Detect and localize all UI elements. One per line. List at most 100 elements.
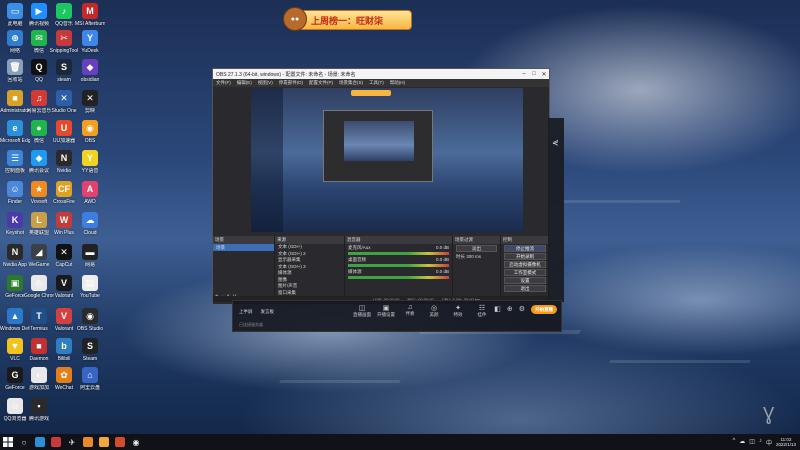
minimize-icon[interactable]: – [519,71,529,77]
maximize-icon[interactable]: □ [529,71,539,77]
panel-left-button[interactable]: 上半屏 [239,309,253,315]
control-button[interactable]: 工作室模式 [504,269,546,276]
mixer-channel-db: 0.0 dB [435,245,449,250]
tray-icon[interactable]: ◫ [749,438,755,447]
app-icon: ● [31,120,47,136]
panel-tool[interactable]: ✦ 特效 [449,304,467,318]
app-icon: ■ [31,338,47,354]
panel-tool[interactable]: ♫ 伴奏 [401,304,419,318]
app-icon: Q [31,59,47,75]
mixer-channel: 媒体源 0.0 dB [345,268,452,279]
transition-select[interactable]: 淡出 [456,245,497,252]
taskbar-app-red2[interactable] [112,434,128,450]
panel-tool[interactable]: ▣ 开播设置 [377,304,395,318]
tray-icon[interactable]: 中 [766,438,772,447]
mixer-channel-name: 麦克风/Aux [348,244,371,250]
app-icon: ✉ [31,30,47,46]
app-icon: ⌂ [82,367,98,383]
search-icon[interactable]: ○ [16,434,32,450]
tray-icon[interactable]: ♪ [759,438,762,447]
panel-tool[interactable]: ◎ 美颜 [425,304,443,318]
desktop-icon-label: YY语音 [81,168,99,174]
obs-menubar: 文件(F) 编辑(E) 视图(V) 停靠部件(D) 配置文件(P) 场景集合(S) 工具(T… [213,79,549,87]
control-button[interactable]: 开始录制 [504,253,546,260]
taskbar-app-red[interactable] [48,434,64,450]
panel-tool-label: 伴奏 [405,311,415,316]
control-button[interactable]: 启动虚拟摄像机 [504,261,546,268]
close-icon[interactable]: ✕ [539,71,549,78]
panel-right-icon[interactable]: ⚙ [519,305,525,313]
obs-window-title: OBS 27.1.3 (64-bit, windows) - 配置文件: 未命名… [216,71,356,78]
desktop-icon-label: obsidian [80,77,100,83]
app-icon: ▼ [7,338,23,354]
start-button[interactable] [0,434,16,450]
panel-tool-icon: ☷ [478,305,486,312]
app-icon: ★ [31,181,47,197]
volume-meter[interactable] [348,276,449,279]
obs-menu-item[interactable]: 视图(V) [258,80,273,86]
app-icon: ✿ [56,367,72,383]
app-icon: N [7,244,23,260]
panel-tool[interactable]: ◫ 直播画面 [353,304,371,318]
desktop-icon-label: AWD [84,199,96,205]
app-icon: G [7,367,23,383]
desktop-icon-label: YouTube [80,293,100,299]
app-icon: S [82,338,98,354]
obs-menu-item[interactable]: 帮助(H) [390,80,405,86]
share-icon[interactable]: ⋞ [552,138,559,147]
mixer-channel-name: 媒体源 [348,268,362,274]
duration-value[interactable]: 300 ms [466,254,481,259]
tray-icon[interactable]: ☁ [739,438,745,447]
desktop-icon[interactable]: ▤ YouTube [75,275,105,311]
obs-menu-item[interactable]: 配置文件(P) [309,80,333,86]
obs-menu-item[interactable]: 文件(F) [216,80,231,86]
control-button[interactable]: 设置 [504,277,546,284]
desktop-icon[interactable]: ⌂ 阿里云盘 [75,367,105,403]
obs-menu-item[interactable]: 工具(T) [369,80,384,86]
desktop-icon-label: 剪映 [84,108,95,114]
scene-item[interactable]: 场景 [213,244,274,251]
control-button[interactable]: 退出 [504,285,546,292]
scenes-dock: 场景 场景 +−∧∨ [213,236,275,302]
app-icon: Y [82,30,98,46]
tray-icon[interactable]: ^ [732,438,735,447]
desktop-icon-label: 腾讯游戏 [28,416,49,422]
live-side-strip: ⋞ [548,118,564,302]
obs-preview[interactable] [251,88,523,232]
panel-right-icon[interactable]: ◧ [494,305,501,313]
app-icon: ▣ [7,275,23,291]
app-icon: ☺ [7,398,23,414]
transitions-dock: 场景过渡 淡出 时长 300 ms [453,236,501,302]
desktop-icon[interactable]: ▪ 腾讯游戏 [24,398,54,434]
obs-docks: 场景 场景 +−∧∨ 来源 文本 (GDI+)文本 (GDI+) 2显示器采集文… [213,236,549,304]
obs-window[interactable]: OBS 27.1.3 (64-bit, windows) - 配置文件: 未命名… [212,68,550,304]
clock-date: 2022/1/13 [775,442,796,447]
desktop-icon[interactable]: ☁ Cloud [75,212,105,248]
obs-menu-item[interactable]: 编辑(E) [237,80,252,86]
panel-left-button[interactable]: 发言板 [261,309,275,315]
app-icon: V [56,275,72,291]
taskbar-app-edge[interactable] [32,434,48,450]
volume-meter[interactable] [348,264,449,267]
app-icon: ☰ [7,150,23,166]
panel-tool[interactable]: ☷ 挂件 [473,304,491,318]
app-icon: ✂ [56,30,72,46]
obs-menu-item[interactable]: 停靠部件(D) [279,80,303,86]
clock[interactable]: 11:02 2022/1/13 [776,437,796,447]
volume-meter[interactable] [348,252,449,255]
go-live-button[interactable]: 开始直播 [531,305,557,314]
app-icon: ✕ [56,90,72,106]
taskbar-app-plane[interactable]: ✈ [64,434,80,450]
control-button[interactable]: 停止推流 [504,245,546,252]
app-icon: U [56,120,72,136]
taskbar-app-obs[interactable]: ◉ [128,434,144,450]
panel-tool-label: 直播画面 [353,312,371,317]
app-icon: b [56,338,72,354]
panel-right-icon[interactable]: ⊕ [507,305,513,313]
system-tray: ^ ☁ ◫ ♪ 中 11:02 2022/1/13 [732,434,796,450]
obs-menu-item[interactable]: 场景集合(S) [339,80,363,86]
obs-titlebar[interactable]: OBS 27.1.3 (64-bit, windows) - 配置文件: 未命名… [213,69,549,79]
app-icon: S [56,59,72,75]
taskbar-app-orange[interactable] [80,434,96,450]
taskbar-app-orange2[interactable] [96,434,112,450]
